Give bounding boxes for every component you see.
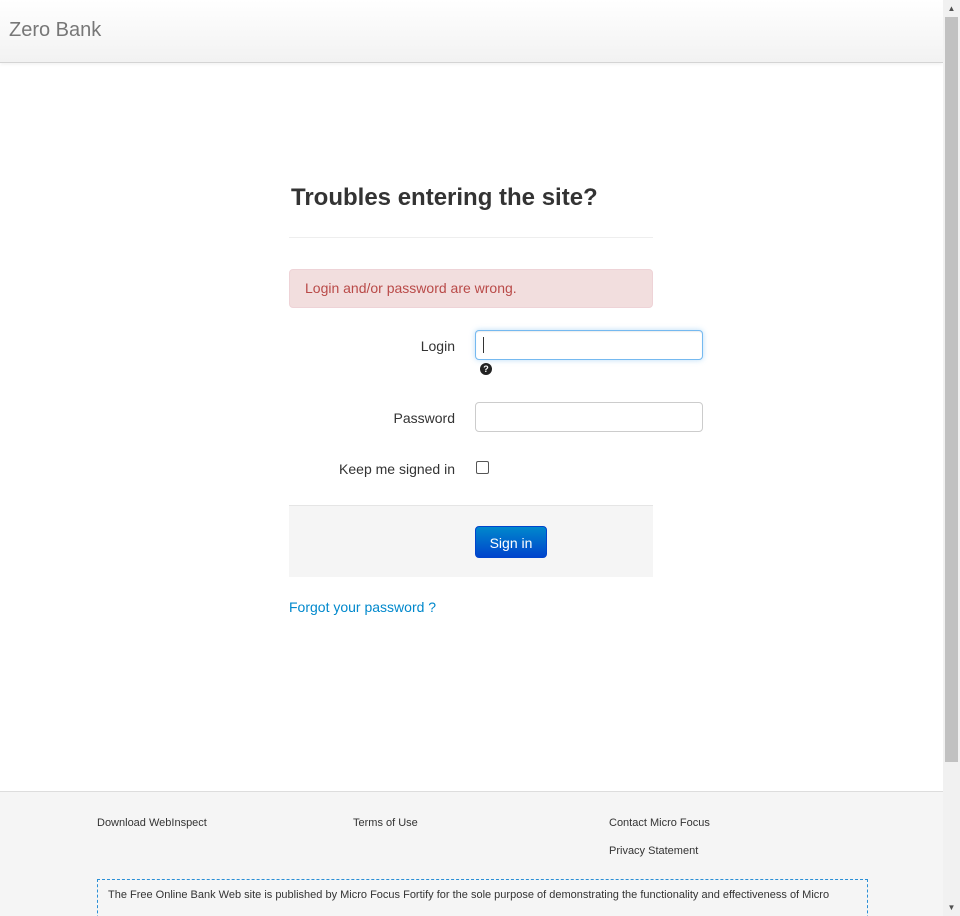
form-actions: Sign in — [289, 505, 653, 577]
remember-label: Keep me signed in — [339, 461, 455, 477]
forgot-password-link[interactable]: Forgot your password ? — [289, 599, 436, 615]
page-title: Troubles entering the site? — [291, 184, 598, 211]
contact-link[interactable]: Contact Micro Focus — [609, 817, 710, 829]
vertical-scrollbar[interactable]: ▲ ▼ — [943, 0, 960, 916]
error-alert: Login and/or password are wrong. — [289, 269, 653, 308]
scroll-up-icon[interactable]: ▲ — [943, 0, 960, 17]
login-label: Login — [420, 338, 455, 354]
remember-checkbox[interactable] — [476, 461, 489, 474]
privacy-statement-link[interactable]: Privacy Statement — [609, 845, 698, 857]
title-divider — [289, 237, 653, 238]
terms-of-use-link[interactable]: Terms of Use — [353, 817, 418, 829]
sign-in-button[interactable]: Sign in — [475, 526, 547, 558]
disclaimer-text: The Free Online Bank Web site is publish… — [97, 879, 868, 916]
footer: Download WebInspect Terms of Use Contact… — [0, 791, 943, 916]
question-circle-icon[interactable]: ? — [480, 363, 492, 375]
text-caret — [483, 337, 484, 353]
scroll-down-icon[interactable]: ▼ — [943, 899, 960, 916]
brand-link[interactable]: Zero Bank — [9, 19, 101, 42]
download-webinspect-link[interactable]: Download WebInspect — [97, 817, 207, 829]
page: Zero Bank Troubles entering the site? Lo… — [0, 0, 943, 916]
password-label: Password — [393, 410, 455, 426]
scroll-thumb[interactable] — [945, 17, 958, 762]
password-input[interactable] — [475, 402, 703, 432]
top-navbar: Zero Bank — [0, 0, 943, 63]
login-input[interactable] — [475, 330, 703, 360]
